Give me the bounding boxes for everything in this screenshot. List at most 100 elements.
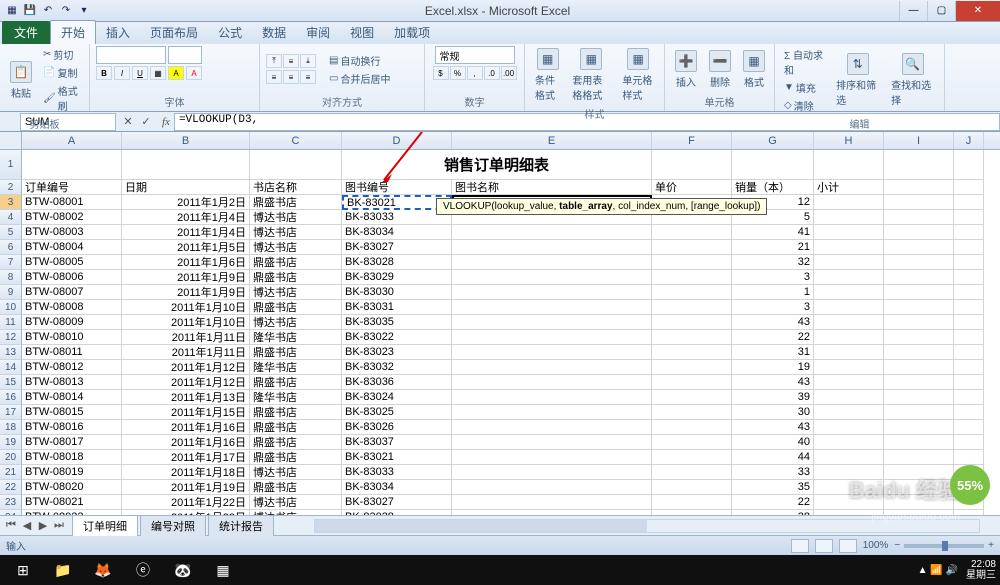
cell-g15[interactable]: 43 <box>732 375 814 390</box>
cell-a15[interactable]: BTW-08013 <box>22 375 122 390</box>
cell-f7[interactable] <box>652 255 732 270</box>
cell-h6[interactable] <box>814 240 884 255</box>
wrap-text-button[interactable]: ▤ 自动换行 <box>326 52 393 69</box>
font-family-select[interactable] <box>96 46 166 64</box>
row-11[interactable]: 11 <box>0 315 22 330</box>
font-size-select[interactable] <box>168 46 202 64</box>
cell-a8[interactable]: BTW-08006 <box>22 270 122 285</box>
col-G[interactable]: G <box>732 132 814 149</box>
cell-d23[interactable]: BK-83027 <box>342 495 452 510</box>
sheet-tab-3[interactable]: 统计报告 <box>208 515 274 536</box>
cell-g23[interactable]: 22 <box>732 495 814 510</box>
cell-j10[interactable] <box>954 300 984 315</box>
redo-icon[interactable]: ↷ <box>58 3 74 19</box>
cell-c6[interactable]: 博达书店 <box>250 240 342 255</box>
cell-j13[interactable] <box>954 345 984 360</box>
row-17[interactable]: 17 <box>0 405 22 420</box>
cell-h15[interactable] <box>814 375 884 390</box>
underline-button[interactable]: U <box>132 66 148 80</box>
cell-f22[interactable] <box>652 480 732 495</box>
cell-g6[interactable]: 21 <box>732 240 814 255</box>
find-select-button[interactable]: 🔍查找和选择 <box>887 51 938 109</box>
cell-e15[interactable] <box>452 375 652 390</box>
cell-b19[interactable]: 2011年1月16日 <box>122 435 250 450</box>
cell-e17[interactable] <box>452 405 652 420</box>
cell-g13[interactable]: 31 <box>732 345 814 360</box>
zoom-out-icon[interactable]: − <box>894 540 900 551</box>
cond-format-button[interactable]: ▦条件格式 <box>531 46 564 104</box>
cell-b12[interactable]: 2011年1月11日 <box>122 330 250 345</box>
cell-d22[interactable]: BK-83034 <box>342 480 452 495</box>
cell-i3[interactable] <box>884 195 954 210</box>
row-2[interactable]: 2 <box>0 180 22 195</box>
align-bot-icon[interactable]: ⤓ <box>300 54 316 68</box>
cell-c16[interactable]: 隆华书店 <box>250 390 342 405</box>
horizontal-scrollbar[interactable] <box>314 519 980 533</box>
last-sheet-icon[interactable]: ⏭ <box>52 519 66 532</box>
cell-h21[interactable] <box>814 465 884 480</box>
cell-f24[interactable] <box>652 510 732 515</box>
hdr-subtotal[interactable]: 小计 <box>814 180 884 195</box>
merge-center-button[interactable]: ▭ 合并后居中 <box>326 70 393 87</box>
cell-b18[interactable]: 2011年1月16日 <box>122 420 250 435</box>
align-right-icon[interactable]: ≡ <box>300 70 316 84</box>
font-color-button[interactable]: A <box>186 66 202 80</box>
cell-j6[interactable] <box>954 240 984 255</box>
cell-a17[interactable]: BTW-08015 <box>22 405 122 420</box>
cell-g22[interactable]: 35 <box>732 480 814 495</box>
cell-b14[interactable]: 2011年1月12日 <box>122 360 250 375</box>
cell-d13[interactable]: BK-83023 <box>342 345 452 360</box>
cell-f18[interactable] <box>652 420 732 435</box>
cell-b22[interactable]: 2011年1月19日 <box>122 480 250 495</box>
hdr-bookid[interactable]: 图书编号 <box>342 180 452 195</box>
bold-button[interactable]: B <box>96 66 112 80</box>
insert-cells-button[interactable]: ➕插入 <box>671 48 701 91</box>
cell-h23[interactable] <box>814 495 884 510</box>
row-21[interactable]: 21 <box>0 465 22 480</box>
tab-formulas[interactable]: 公式 <box>208 21 252 44</box>
row-24[interactable]: 24 <box>0 510 22 515</box>
cell-b8[interactable]: 2011年1月9日 <box>122 270 250 285</box>
cell-d11[interactable]: BK-83035 <box>342 315 452 330</box>
cell-b11[interactable]: 2011年1月10日 <box>122 315 250 330</box>
cell-f17[interactable] <box>652 405 732 420</box>
row-7[interactable]: 7 <box>0 255 22 270</box>
cell-g5[interactable]: 41 <box>732 225 814 240</box>
clear-button[interactable]: ◇ 清除 <box>781 97 828 114</box>
col-J[interactable]: J <box>954 132 984 149</box>
cell-a24[interactable]: BTW-08022 <box>22 510 122 515</box>
cell-i22[interactable] <box>884 480 954 495</box>
percent-icon[interactable]: % <box>450 66 466 80</box>
row-19[interactable]: 19 <box>0 435 22 450</box>
cell-i11[interactable] <box>884 315 954 330</box>
currency-icon[interactable]: $ <box>433 66 449 80</box>
cell-f9[interactable] <box>652 285 732 300</box>
cell-j9[interactable] <box>954 285 984 300</box>
fill-button[interactable]: ▼ 填充 <box>781 79 828 96</box>
cell-j14[interactable] <box>954 360 984 375</box>
hdr-order[interactable]: 订单编号 <box>22 180 122 195</box>
hdr-store[interactable]: 书店名称 <box>250 180 342 195</box>
cell-b13[interactable]: 2011年1月11日 <box>122 345 250 360</box>
cell-b17[interactable]: 2011年1月15日 <box>122 405 250 420</box>
cell-j7[interactable] <box>954 255 984 270</box>
cell-a14[interactable]: BTW-08012 <box>22 360 122 375</box>
cell-j20[interactable] <box>954 450 984 465</box>
tab-layout[interactable]: 页面布局 <box>140 21 208 44</box>
cell-i18[interactable] <box>884 420 954 435</box>
cell-g21[interactable]: 33 <box>732 465 814 480</box>
cancel-formula-icon[interactable]: ✕ <box>120 114 136 130</box>
cell-a4[interactable]: BTW-08002 <box>22 210 122 225</box>
cell-b20[interactable]: 2011年1月17日 <box>122 450 250 465</box>
hdr-bookname[interactable]: 图书名称 <box>452 180 652 195</box>
hdr-qty[interactable]: 销量（本） <box>732 180 814 195</box>
cell-f10[interactable] <box>652 300 732 315</box>
cell-g24[interactable]: 38 <box>732 510 814 515</box>
taskbar-clock[interactable]: 22:08星期三 <box>966 559 996 581</box>
cell-d14[interactable]: BK-83032 <box>342 360 452 375</box>
row-5[interactable]: 5 <box>0 225 22 240</box>
cell-g14[interactable]: 19 <box>732 360 814 375</box>
cell-b6[interactable]: 2011年1月5日 <box>122 240 250 255</box>
tab-home[interactable]: 开始 <box>50 20 96 44</box>
row-13[interactable]: 13 <box>0 345 22 360</box>
